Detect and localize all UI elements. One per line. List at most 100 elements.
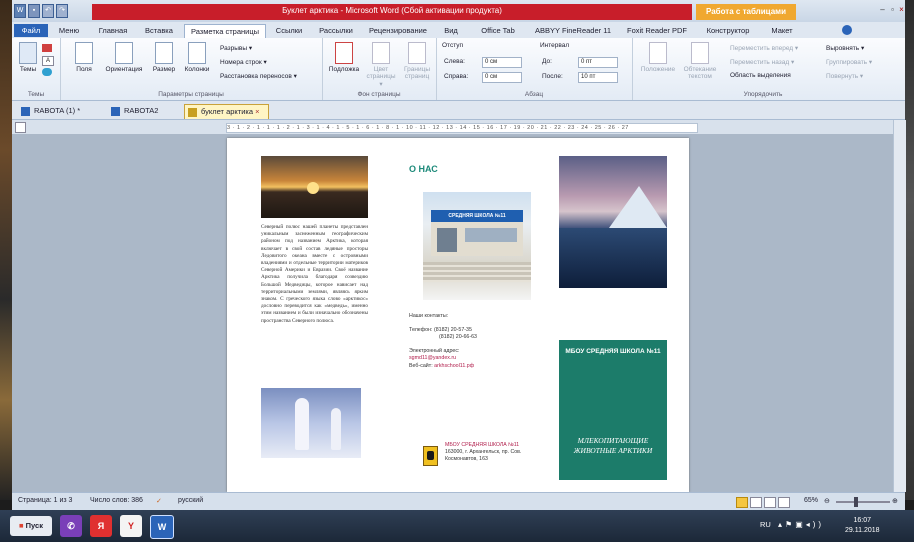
school-building-photo[interactable]: СРЕДНЯЯ ШКОЛА №11 — [423, 192, 531, 300]
zoom-slider-thumb[interactable] — [854, 497, 858, 507]
spacing-before-input[interactable]: 0 пт — [578, 57, 618, 68]
school-address-block[interactable]: МБОУ СРЕДНЯЯ ШКОЛА №11 163000, г. Арханг… — [445, 442, 525, 463]
tab-mailings[interactable]: Рассылки — [314, 24, 358, 37]
clock-date: 29.11.2018 — [845, 527, 880, 534]
position-label: Положение — [640, 66, 676, 73]
arctic-intro-text[interactable]: Северный полюс нашей планеты представлен… — [261, 224, 368, 325]
clock-time: 16:07 — [853, 517, 872, 524]
rotate-button[interactable]: Повернуть ▾ — [826, 72, 863, 80]
tab-office-tab[interactable]: Office Tab — [472, 24, 524, 37]
tab-design[interactable]: Конструктор — [698, 24, 758, 37]
tab-layout[interactable]: Макет — [762, 24, 802, 37]
watermark-button[interactable]: Подложка — [326, 42, 362, 73]
maximize-icon[interactable]: ▫ — [888, 5, 897, 14]
word-app-icon[interactable]: W — [14, 4, 26, 18]
redo-icon[interactable]: ↷ — [56, 4, 68, 18]
align-button[interactable]: Выровнять ▾ — [826, 44, 864, 52]
undo-icon[interactable]: ↶ — [42, 4, 54, 18]
group-label-page-setup: Параметры страницы — [158, 91, 224, 98]
spacing-after-input[interactable]: 10 пт — [578, 72, 618, 83]
size-button[interactable]: Размер — [150, 42, 178, 73]
help-icon[interactable] — [842, 25, 852, 35]
position-button[interactable]: Положение — [638, 42, 678, 73]
ruler-scale[interactable]: 3 · 1 · 2 · 1 · 1 · 1 · 2 · 1 · 3 · 1 · … — [226, 123, 698, 133]
theme-colors-icon[interactable] — [42, 44, 52, 52]
word-count[interactable]: Число слов: 386 — [90, 497, 143, 504]
vertical-scrollbar[interactable] — [893, 120, 906, 492]
group-label-themes: Темы — [27, 91, 45, 98]
page-borders-button[interactable]: Границы страниц — [400, 42, 434, 80]
tab-menu[interactable]: Меню — [52, 24, 86, 37]
line-numbers-button[interactable]: Номера строк ▾ — [220, 58, 267, 66]
group-objects-button[interactable]: Группировать ▾ — [826, 58, 872, 66]
tab-view[interactable]: Вид — [436, 24, 466, 37]
theme-fonts-icon[interactable]: A — [42, 56, 54, 66]
site-link[interactable]: arkhschool11.рф — [434, 363, 474, 369]
close-icon[interactable]: × — [897, 5, 906, 14]
language-indicator[interactable]: русский — [178, 497, 203, 504]
zoom-level[interactable]: 65% — [804, 497, 818, 504]
word-doc-icon — [21, 107, 30, 116]
page-color-button[interactable]: Цвет страницы ▾ — [364, 42, 398, 88]
zoom-in-icon[interactable]: ⊕ — [892, 497, 898, 505]
doc-tab-rabota1[interactable]: RABOTA (1) * — [18, 104, 88, 118]
arctic-iceberg-photo[interactable] — [559, 156, 667, 288]
frozen-trees-photo[interactable] — [261, 388, 361, 458]
zoom-slider[interactable] — [836, 501, 890, 503]
theme-effects-icon[interactable] — [42, 68, 52, 76]
email-link[interactable]: sgmd11@yandex.ru — [409, 355, 529, 363]
start-button[interactable]: ■ Пуск — [10, 516, 52, 536]
arctic-sunset-photo[interactable] — [261, 156, 368, 218]
themes-button[interactable]: Темы — [18, 42, 38, 73]
outline-view-icon[interactable] — [778, 497, 790, 508]
doc-tab-buklet[interactable]: буклет арктика × — [184, 104, 269, 119]
margins-icon — [75, 42, 93, 64]
document-page[interactable]: Северный полюс нашей планеты представлен… — [227, 138, 689, 492]
tray-icons[interactable]: ▴⚑▣◂)) — [778, 520, 824, 529]
columns-button[interactable]: Колонки — [180, 42, 214, 73]
position-icon — [649, 42, 667, 64]
orientation-button[interactable]: Ориентация — [102, 42, 146, 73]
keyboard-language[interactable]: RU — [760, 520, 771, 529]
wrap-text-button[interactable]: Обтекание текстом — [680, 42, 720, 80]
web-layout-view-icon[interactable] — [764, 497, 776, 508]
word-taskbar-icon[interactable]: W — [150, 515, 174, 539]
tab-abbyy[interactable]: ABBYY FineReader 11 — [528, 24, 618, 37]
viber-icon[interactable]: ✆ — [60, 515, 82, 537]
indent-right-input[interactable]: 0 см — [482, 72, 522, 83]
full-screen-view-icon[interactable] — [750, 497, 762, 508]
tab-selector-icon[interactable] — [15, 122, 26, 133]
tab-references[interactable]: Ссылки — [270, 24, 308, 37]
contacts-block[interactable]: Наши контакты: Телефон: (8182) 20-57-35 … — [409, 313, 529, 371]
booklet-cover[interactable]: МБОУ СРЕДНЯЯ ШКОЛА №11 МЛЕКОПИТАЮЩИЕ ЖИВ… — [559, 340, 667, 480]
tab-home[interactable]: Главная — [92, 24, 134, 37]
tab-foxit[interactable]: Foxit Reader PDF — [622, 24, 692, 37]
close-tab-icon[interactable]: × — [255, 107, 259, 116]
spellcheck-icon[interactable]: ✓ — [156, 497, 162, 505]
yandex-browser-icon[interactable]: Я — [90, 515, 112, 537]
send-backward-button[interactable]: Переместить назад ▾ — [730, 58, 794, 66]
doc-tab-rabota2[interactable]: RABOTA2 — [108, 104, 166, 118]
save-icon[interactable]: ▪ — [28, 4, 40, 18]
word-doc-icon — [188, 108, 197, 117]
tab-page-layout[interactable]: Разметка страницы — [184, 24, 266, 38]
tab-file[interactable]: Файл — [14, 24, 48, 37]
tab-review[interactable]: Рецензирование — [362, 24, 434, 37]
bring-forward-button[interactable]: Переместить вперед ▾ — [730, 44, 798, 52]
about-heading[interactable]: О НАС — [409, 164, 438, 174]
yandex-icon[interactable]: Y — [120, 515, 142, 537]
selection-pane-button[interactable]: Область выделения — [730, 72, 791, 79]
ribbon-tab-bar: Файл Меню Главная Вставка Разметка стран… — [12, 22, 905, 39]
indent-left-input[interactable]: 0 см — [482, 57, 522, 68]
margins-button[interactable]: Поля — [72, 42, 96, 73]
watermark-icon — [335, 42, 353, 64]
page-count[interactable]: Страница: 1 из 3 — [18, 497, 72, 504]
print-layout-view-icon[interactable] — [736, 497, 748, 508]
tab-insert[interactable]: Вставка — [138, 24, 180, 37]
breaks-button[interactable]: Разрывы ▾ — [220, 44, 252, 52]
group-label-arrange: Упорядочить — [743, 91, 783, 98]
zoom-out-icon[interactable]: ⊖ — [824, 497, 830, 505]
hyphenation-button[interactable]: Расстановка переносов ▾ — [220, 72, 297, 80]
clock[interactable]: 16:07 29.11.2018 — [845, 516, 880, 536]
minimize-icon[interactable]: – — [878, 5, 887, 14]
